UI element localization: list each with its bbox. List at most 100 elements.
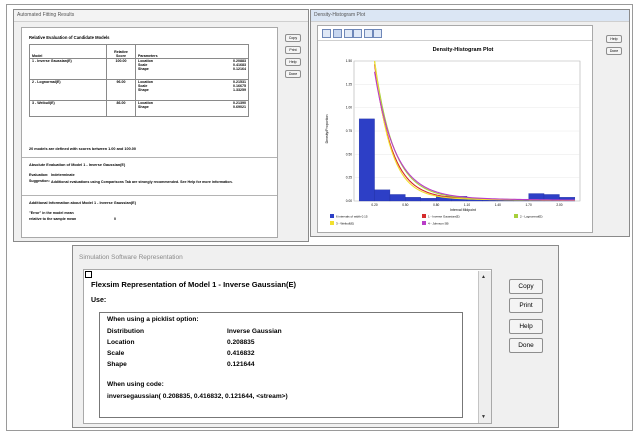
legend-swatch — [330, 214, 334, 218]
density-histogram-titlebar: Density-Histogram Plot — [311, 10, 629, 22]
params-cell: Location 0.21390 Shape 0.69021 — [135, 100, 249, 117]
suggestion-label: Suggestion: — [29, 179, 50, 183]
evaluation-value: Indeterminate — [51, 173, 75, 177]
score-cell: 100.00 — [106, 58, 136, 80]
table-row[interactable]: 3 - Weibull(E) 86.00 Location 0.21390 Sha… — [29, 100, 249, 117]
model-name-cell: 3 - Weibull(E) — [29, 100, 107, 117]
pan-icon[interactable] — [344, 29, 353, 38]
help-button[interactable]: Help — [509, 319, 543, 334]
param-value: 1.33259 — [233, 88, 246, 92]
row-value: 0.416832 — [227, 350, 255, 357]
legend-label: 2 - Lognormal(E) — [520, 215, 543, 219]
params-cell: Location 0.21531 Scale 0.16675 Shape 1.3325… — [135, 79, 249, 101]
print-button[interactable]: Print — [509, 298, 543, 313]
density-histogram-chart: Density-Histogram Plot 0.00 0.25 0.50 0.75 1… — [325, 47, 581, 226]
refresh-icon[interactable] — [364, 29, 373, 38]
param-name: Shape — [138, 105, 149, 109]
done-button[interactable]: Done — [285, 70, 301, 78]
legend-swatch — [422, 221, 426, 225]
x-tick-label: 1.40 — [495, 203, 501, 207]
absolute-evaluation-title: Absolute Evaluation of Model 1 - Inverse… — [29, 163, 126, 167]
candidate-models-table: Model Relative Score Parameters 1 - Inve… — [29, 44, 249, 117]
error-line-2: relative to the sample mean — [29, 217, 77, 221]
histogram-bar — [389, 194, 406, 202]
x-axis-label: Interval Midpoint — [450, 208, 476, 212]
row-value: 0.208835 — [227, 339, 255, 346]
legend-label: 1 - Inverse Gaussian(E) — [428, 215, 460, 219]
scroll-up-arrow-icon[interactable]: ▲ — [481, 274, 486, 280]
chart-legend: 6 intervals of width 0.15 1 - Inverse Gau… — [330, 214, 543, 226]
copy-button[interactable]: Copy — [509, 279, 543, 294]
representation-heading: Flexsim Representation of Model 1 - Inve… — [91, 280, 297, 289]
suggestion-value: Additional evaluations using Comparisons… — [51, 180, 233, 184]
table-row[interactable]: 1 - Inverse Gaussian(E) 100.00 Location 0… — [29, 58, 249, 80]
header-model: Model — [29, 44, 107, 59]
fitting-results-pane: Relative Evaluation of Candidate Models … — [21, 27, 278, 238]
row-value: 0.121644 — [227, 361, 255, 368]
fitting-results-window: Automated Fitting Results Relative Evalu… — [13, 9, 309, 242]
row-label: Location — [107, 339, 135, 346]
param-value: 0.12164 — [233, 67, 246, 71]
histogram-bar — [482, 199, 498, 202]
use-label: Use: — [91, 297, 107, 304]
histogram-bar — [358, 118, 375, 202]
y-tick-label: 0.75 — [346, 129, 352, 133]
zoom-icon[interactable] — [322, 29, 331, 38]
legend-label: 3 - Weibull(E) — [336, 222, 354, 226]
legend-swatch — [422, 214, 426, 218]
export-icon[interactable] — [373, 29, 382, 38]
y-tick-label: 1.00 — [346, 106, 352, 110]
params-cell: Location 0.20883 Scale 0.41683 Shape 0.1216… — [135, 58, 249, 80]
y-tick-label: 0.00 — [346, 199, 352, 203]
error-line-1: "Error" in the model mean — [29, 211, 74, 215]
legend-label: 6 intervals of width 0.15 — [336, 215, 368, 219]
help-button[interactable]: Help — [606, 35, 622, 43]
vertical-scrollbar[interactable] — [478, 271, 491, 423]
table-header-row: Model Relative Score Parameters — [29, 44, 249, 59]
row-label: Distribution — [107, 328, 144, 335]
fitting-results-titlebar: Automated Fitting Results — [14, 10, 308, 22]
score-cell: 96.00 — [106, 79, 136, 101]
density-histogram-window: Density-Histogram Plot Density-Histogram… — [310, 9, 630, 237]
row-label: Scale — [107, 350, 125, 357]
copy-button[interactable]: Copy — [285, 34, 301, 42]
x-tick-label: 1.10 — [464, 203, 470, 207]
x-tick-label: 0.50 — [402, 203, 408, 207]
window-title: Simulation Software Representation — [79, 254, 183, 261]
additional-info-title: Additional Information about Model 1 - I… — [29, 201, 136, 205]
param-name: Shape — [138, 88, 149, 92]
relative-evaluation-title: Relative Evaluation of Candidate Models — [29, 35, 110, 40]
legend-label: 4 - Johnson SB — [428, 222, 449, 226]
y-tick-label: 1.50 — [346, 59, 352, 63]
histogram-bar — [405, 197, 421, 202]
done-button[interactable]: Done — [606, 47, 622, 55]
legend-swatch — [330, 221, 334, 225]
corner-marker-icon — [85, 271, 92, 278]
chart-icon[interactable] — [333, 29, 342, 38]
help-button[interactable]: Help — [285, 58, 301, 66]
defined-models-note: 20 models are defined with scores betwee… — [29, 147, 136, 151]
histogram-bar — [374, 189, 391, 202]
x-tick-label: 0.80 — [433, 203, 439, 207]
divider — [22, 157, 277, 158]
print-button[interactable]: Print — [285, 46, 301, 54]
x-tick-label: 2.00 — [556, 203, 562, 207]
usage-box: When using a picklist option: Distributi… — [99, 312, 463, 418]
y-tick-label: 0.25 — [346, 176, 352, 180]
divider — [22, 195, 277, 196]
row-value: Inverse Gaussian — [227, 328, 282, 335]
table-row[interactable]: 2 - Lognormal(E) 96.00 Location 0.21531 S… — [29, 79, 249, 101]
model-name-cell: 2 - Lognormal(E) — [29, 79, 107, 101]
y-axis-label: Density/Proportion — [325, 115, 329, 144]
picklist-title: When using a picklist option: — [107, 316, 199, 323]
representation-pane: Flexsim Representation of Model 1 - Inve… — [83, 269, 492, 424]
model-name-cell: 1 - Inverse Gaussian(E) — [29, 58, 107, 80]
legend-swatch — [514, 214, 518, 218]
done-button[interactable]: Done — [509, 338, 543, 353]
y-tick-label: 0.50 — [346, 152, 352, 156]
code-title: When using code: — [107, 381, 164, 388]
code-value[interactable]: inversegaussian( 0.208835, 0.416832, 0.1… — [107, 393, 288, 400]
move-icon[interactable] — [353, 29, 362, 38]
scroll-down-arrow-icon[interactable]: ▼ — [481, 414, 486, 420]
plot-area: 0.00 0.25 0.50 0.75 1.00 1.25 1.50 0.20 0.50 0.80… — [346, 59, 581, 207]
